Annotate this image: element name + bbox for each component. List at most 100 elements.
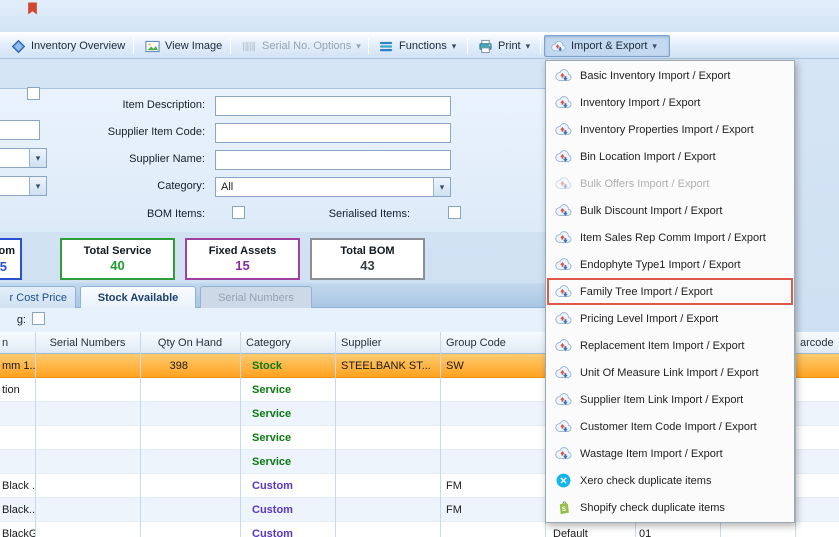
header-qty-on-hand[interactable]: Qty On Hand [140,332,240,354]
grouping-checkbox[interactable] [32,312,45,325]
view-image-button[interactable]: View Image [138,35,226,57]
menu-item-replacement-item-import-export[interactable]: Replacement Item Import / Export [547,332,793,359]
menu-item-item-sales-rep-comm-import-export[interactable]: Item Sales Rep Comm Import / Export [547,224,793,251]
cell-category: Service [240,426,335,449]
serialised-items-checkbox[interactable] [448,206,461,219]
cell-group-code: SW [440,354,545,377]
inventory-overview-label: Inventory Overview [31,40,125,52]
chevron-down-icon: ▾ [433,178,450,196]
grid-line [795,332,796,537]
menu-item-wastage-item-import-export[interactable]: Wastage Item Import / Export [547,440,793,467]
app-icon [27,2,38,15]
table-row[interactable]: BlackG... Custom Default 01 [0,522,839,537]
left-cut-input[interactable] [0,120,40,140]
left-cut-select-1[interactable]: ▾ [0,148,47,168]
menu-item-inventory-properties-import-export[interactable]: Inventory Properties Import / Export [547,116,793,143]
menu-item-supplier-item-link-import-export[interactable]: Supplier Item Link Import / Export [547,386,793,413]
tab-serial-numbers[interactable]: Serial Numbers [200,286,312,308]
menu-item-endophyte-type1-import-export[interactable]: Endophyte Type1 Import / Export [547,251,793,278]
grouping-label: g: [0,314,26,326]
cell-description: Black ... [0,474,35,497]
supplier-name-input[interactable] [215,150,451,170]
serial-no-options-button[interactable]: Serial No. Options ▾ [235,35,365,57]
menu-item-label: Unit Of Measure Link Import / Export [580,367,759,379]
stat-card-custom-value: 5 [0,259,7,274]
menu-item-basic-inventory-import-export[interactable]: Basic Inventory Import / Export [547,62,793,89]
category-label: Category: [85,180,205,192]
cell-qty: 398 [140,354,240,377]
cell-group-code: FM [440,474,545,497]
stat-card-total-bom-value: 43 [360,258,374,273]
cloud-import-export-icon [555,419,572,434]
bom-items-checkbox[interactable] [232,206,245,219]
header-supplier[interactable]: Supplier [335,332,440,354]
menu-item-bulk-offers-import-export[interactable]: Bulk Offers Import / Export [547,170,793,197]
item-description-label: Item Description: [85,99,205,111]
chevron-down-icon: ▾ [526,41,531,52]
category-select[interactable]: All ▾ [215,177,451,197]
header-serial-numbers[interactable]: Serial Numbers [35,332,140,354]
menu-item-family-tree-import-export[interactable]: Family Tree Import / Export [547,278,793,305]
supplier-item-code-label: Supplier Item Code: [85,126,205,138]
cloud-import-export-icon [555,338,572,353]
stat-card-fixed-assets-label: Fixed Assets [209,245,276,257]
chevron-down-icon: ▾ [29,149,46,167]
chevron-down-icon: ▾ [29,177,46,195]
item-description-input[interactable] [215,96,451,116]
menu-item-shopify-check-duplicate-items[interactable]: Shopify check duplicate items [547,494,793,521]
barcode-icon [242,39,257,54]
import-export-label: Import & Export [571,40,647,52]
cloud-import-export-icon [555,311,572,326]
functions-button[interactable]: Functions ▾ [372,35,464,57]
cloud-import-export-icon [555,257,572,272]
chevron-down-icon: ▾ [356,41,361,52]
tab-stock-available-label: Stock Available [98,292,179,304]
print-label: Print [498,40,521,52]
menu-item-label: Bin Location Import / Export [580,151,716,163]
header-group-code[interactable]: Group Code [440,332,545,354]
header-description[interactable]: n [0,332,35,354]
functions-icon [379,39,394,54]
cell-category: Custom [240,522,335,537]
print-button[interactable]: Print ▾ [471,35,537,57]
functions-label: Functions [399,40,447,52]
cloud-import-export-icon [555,149,572,164]
menu-item-label: Xero check duplicate items [580,475,711,487]
supplier-item-code-input[interactable] [215,123,451,143]
menu-item-inventory-import-export[interactable]: Inventory Import / Export [547,89,793,116]
menu-item-bin-location-import-export[interactable]: Bin Location Import / Export [547,143,793,170]
toolbar-separator [230,38,231,54]
menu-item-unit-of-measure-link-import-export[interactable]: Unit Of Measure Link Import / Export [547,359,793,386]
cloud-import-export-icon [555,95,572,110]
menu-item-label: Basic Inventory Import / Export [580,70,730,82]
menu-item-label: Wastage Item Import / Export [580,448,723,460]
header-category[interactable]: Category [240,332,335,354]
menu-item-pricing-level-import-export[interactable]: Pricing Level Import / Export [547,305,793,332]
xero-icon [555,473,572,488]
cloud-import-export-icon [555,203,572,218]
cell-supplier: STEELBANK ST... [335,354,440,377]
menu-item-xero-check-duplicate-items[interactable]: Xero check duplicate items [547,467,793,494]
menu-item-customer-item-code-import-export[interactable]: Customer Item Code Import / Export [547,413,793,440]
stat-card-custom: ustom 5 [0,238,22,280]
import-export-button[interactable]: Import & Export ▾ [544,35,670,57]
tab-cost-price[interactable]: r Cost Price [0,286,76,308]
menu-item-label: Supplier Item Link Import / Export [580,394,743,406]
header-barcode[interactable]: arcode [795,332,839,354]
menu-item-bulk-discount-import-export[interactable]: Bulk Discount Import / Export [547,197,793,224]
menu-item-label: Item Sales Rep Comm Import / Export [580,232,766,244]
toolbar-separator [467,38,468,54]
stat-card-total-service-value: 40 [110,258,124,273]
cell-extra: 01 [635,522,720,537]
left-filter-checkbox[interactable] [27,87,40,100]
cell-category: Service [240,378,335,401]
left-cut-select-2[interactable]: ▾ [0,176,47,196]
cell-category: Service [240,450,335,473]
cell-group-code: FM [440,498,545,521]
grid-line [240,332,241,537]
tab-stock-available[interactable]: Stock Available [80,286,196,308]
menu-item-label: Pricing Level Import / Export [580,313,718,325]
cloud-import-export-icon [551,39,566,54]
inventory-overview-button[interactable]: Inventory Overview [4,35,130,57]
cloud-import-export-icon [555,122,572,137]
